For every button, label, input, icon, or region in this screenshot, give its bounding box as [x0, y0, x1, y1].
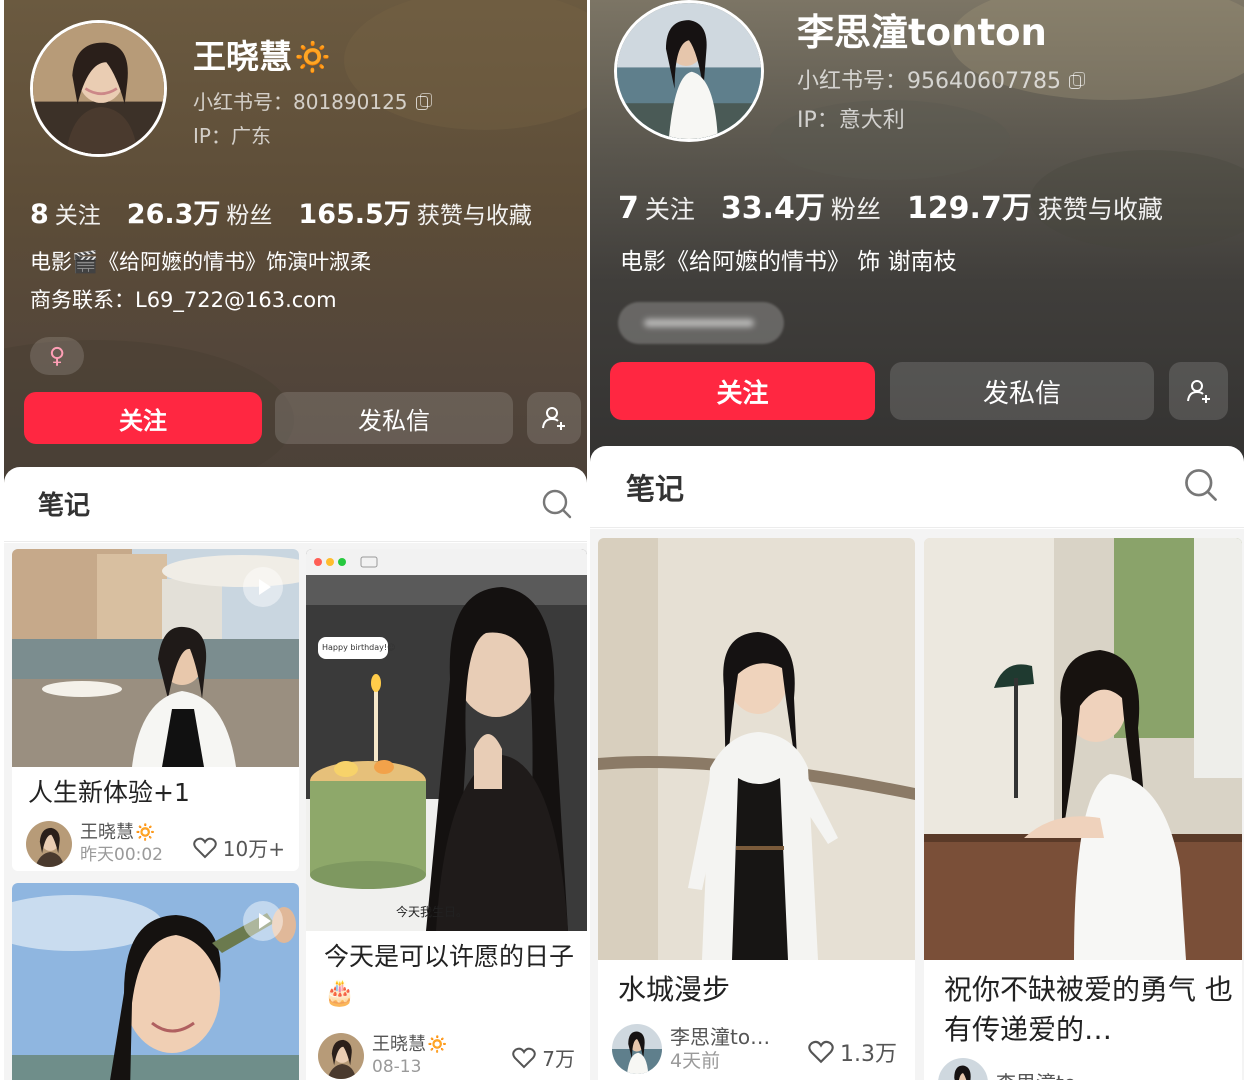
note-cover-image — [12, 549, 299, 767]
bio-contact: 商务联系：L69_722@163.com — [30, 288, 337, 312]
search-icon[interactable] — [540, 487, 574, 525]
copy-icon[interactable] — [1068, 72, 1085, 89]
profile-header: 王晓慧🔅 小红书号：801890125 IP：广东 8 关注 26.3万 粉丝 … — [4, 0, 587, 500]
author-avatar — [26, 821, 72, 867]
note-card[interactable]: 水城漫步 李思潼to… 4天前 1.3万 — [598, 538, 915, 1080]
tab-notes[interactable]: 笔记 — [38, 485, 90, 522]
note-cover-image — [924, 538, 1242, 960]
heart-icon — [808, 1040, 834, 1064]
author-avatar — [318, 1033, 364, 1079]
profile-name: 李思潼tonton — [797, 11, 1047, 54]
profile-stats: 7 关注 33.4万 粉丝 129.7万 获赞与收藏 — [618, 183, 1189, 227]
avatar[interactable] — [614, 0, 764, 142]
profile-panel-wang-xiaohui: 王晓慧🔅 小红书号：801890125 IP：广东 8 关注 26.3万 粉丝 … — [4, 0, 587, 1080]
notes-section: 笔记 水城漫步 李思潼to… 4天前 1.3万 祝你不缺被爱的勇气 也有传递爱的… — [590, 446, 1244, 1080]
profile-name-text: 王晓慧 — [193, 37, 292, 76]
like-count: 1.3万 — [840, 1042, 897, 1067]
bio-line: 电影🎬《给阿嬷的情书》饰演叶淑柔 — [30, 250, 372, 274]
profile-stats: 8 关注 26.3万 粉丝 165.5万 获赞与收藏 — [30, 192, 558, 231]
author-name: 李思潼to… — [996, 1071, 1096, 1080]
author-avatar — [612, 1024, 662, 1074]
message-button[interactable]: 发私信 — [275, 392, 513, 444]
note-card[interactable]: Happy birthday!☺ 今天我生日。 今天是可以许愿的日子🎂 王晓慧🔅… — [306, 549, 587, 1080]
follow-button[interactable]: 关注 — [610, 362, 875, 420]
avatar[interactable] — [30, 20, 167, 157]
account-id[interactable]: 小红书号：95640607785 — [797, 63, 1085, 95]
following-label: 关注 — [644, 195, 695, 224]
like-button[interactable]: 7万 — [512, 1043, 575, 1072]
account-id-text: 小红书号：95640607785 — [797, 69, 1061, 94]
note-time: 08-13 — [372, 1056, 422, 1077]
likes-collects-count[interactable]: 129.7万 — [907, 183, 1032, 227]
ip-location: IP：意大利 — [797, 108, 905, 133]
note-title: 祝你不缺被爱的勇气 也有传递爱的… — [944, 973, 1233, 1046]
likes-collects-label: 获赞与收藏 — [416, 203, 532, 229]
profile-name: 王晓慧🔅 — [193, 30, 333, 78]
add-friend-button[interactable] — [527, 392, 581, 444]
author-name-text: 王晓慧 — [80, 822, 134, 844]
message-button[interactable]: 发私信 — [890, 362, 1154, 420]
account-id-text: 小红书号：801890125 — [193, 90, 408, 114]
account-id[interactable]: 小红书号：801890125 — [193, 86, 432, 115]
followers-label: 粉丝 — [226, 203, 273, 229]
heart-icon — [193, 837, 217, 858]
note-title: 人生新体验+1 — [28, 778, 190, 807]
female-icon: ♀ — [30, 337, 84, 375]
likes-collects-label: 获赞与收藏 — [1037, 195, 1163, 224]
heart-icon — [512, 1047, 537, 1068]
note-author[interactable]: 王晓慧🔅 昨天00:02 — [26, 821, 163, 867]
note-card[interactable]: 祝你不缺被爱的勇气 也有传递爱的… 李思潼to… — [924, 538, 1242, 1080]
note-title: 水城漫步 — [618, 973, 731, 1006]
play-icon — [243, 567, 283, 607]
followers-label: 粉丝 — [830, 195, 881, 224]
note-card[interactable]: 人生新体验+1 王晓慧🔅 昨天00:02 10万+ — [12, 549, 299, 871]
follow-button[interactable]: 关注 — [24, 392, 262, 444]
cake-caption: 今天我生日。 — [396, 905, 469, 919]
following-count[interactable]: 7 — [618, 191, 639, 226]
likes-collects-count[interactable]: 165.5万 — [298, 192, 410, 231]
sun-badge-icon: 🔅 — [134, 822, 157, 844]
profile-panel-li-sitong: 李思潼tonton 小红书号：95640607785 IP：意大利 7 关注 3… — [590, 0, 1244, 1080]
note-author[interactable]: 李思潼to… 4天前 — [612, 1024, 770, 1074]
author-avatar — [938, 1058, 988, 1080]
add-friend-icon — [1186, 380, 1210, 403]
bio-line: 电影《给阿嬷的情书》 饰 谢南枝 — [620, 249, 957, 275]
note-time: 昨天00:02 — [80, 844, 163, 865]
sun-badge-icon: 🔅 — [426, 1034, 449, 1056]
tab-notes[interactable]: 笔记 — [626, 466, 684, 508]
author-name: 王晓慧🔅 — [80, 822, 163, 845]
sun-badge-icon: 🔅 — [292, 37, 334, 76]
like-button[interactable]: 10万+ — [193, 833, 285, 862]
ip-location: IP：广东 — [193, 124, 271, 148]
note-card[interactable] — [12, 883, 299, 1080]
note-time: 4天前 — [670, 1049, 721, 1072]
copy-icon[interactable] — [415, 93, 432, 110]
birthday-bubble: Happy birthday!☺ — [322, 643, 396, 652]
following-label: 关注 — [54, 203, 101, 229]
like-button[interactable]: 1.3万 — [808, 1036, 897, 1068]
profile-header: 李思潼tonton 小红书号：95640607785 IP：意大利 7 关注 3… — [590, 0, 1244, 470]
author-name: 李思潼to… — [670, 1024, 771, 1049]
author-name-text: 王晓慧 — [372, 1034, 426, 1056]
note-cover-image — [12, 883, 299, 1080]
add-friend-icon — [542, 407, 565, 430]
note-author[interactable]: 王晓慧🔅 08-13 — [318, 1033, 448, 1079]
tab-bar: 笔记 — [4, 467, 587, 542]
add-friend-button[interactable] — [1169, 362, 1228, 420]
like-count: 10万+ — [222, 837, 285, 861]
note-cover-image — [598, 538, 915, 960]
followers-count[interactable]: 26.3万 — [127, 192, 221, 231]
tab-bar: 笔记 — [590, 446, 1244, 528]
search-icon[interactable] — [1182, 466, 1220, 508]
note-title: 今天是可以许愿的日子🎂 — [324, 942, 575, 1007]
blurred-tag — [618, 302, 784, 344]
like-count: 7万 — [542, 1047, 575, 1071]
followers-count[interactable]: 33.4万 — [721, 183, 825, 227]
author-name: 王晓慧🔅 — [372, 1034, 448, 1057]
note-author[interactable]: 李思潼to… — [938, 1058, 1096, 1080]
following-count[interactable]: 8 — [30, 199, 49, 230]
play-icon — [243, 901, 283, 941]
note-cover-image: Happy birthday!☺ 今天我生日。 — [306, 549, 587, 931]
notes-section: 笔记 人生新体验+1 王晓慧🔅 昨天00:02 10万+ Happy birth… — [4, 467, 587, 1080]
